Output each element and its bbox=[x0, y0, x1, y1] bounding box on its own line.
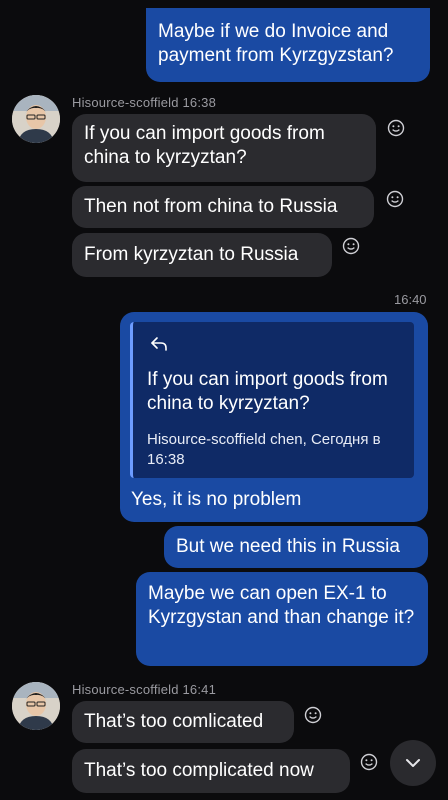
avatar-photo bbox=[12, 682, 60, 730]
outgoing-message[interactable]: Maybe if we do Invoice and payment from … bbox=[146, 8, 430, 82]
avatar[interactable] bbox=[12, 95, 60, 143]
quoted-meta: Hisource-scoffield chen, Сегодня в 16:38 bbox=[147, 431, 381, 468]
smiley-icon[interactable] bbox=[342, 237, 360, 255]
incoming-message[interactable]: That’s too complicated now bbox=[72, 749, 350, 793]
smiley-icon[interactable] bbox=[387, 119, 405, 137]
message-text: Maybe we can open EX-1 to Kyrzgystan and… bbox=[148, 583, 415, 628]
message-text: Maybe if we do Invoice and payment from … bbox=[158, 21, 394, 66]
message-text: From kyrzyztan to Russia bbox=[84, 244, 299, 265]
avatar[interactable] bbox=[12, 682, 60, 730]
smiley-icon[interactable] bbox=[304, 706, 322, 724]
message-text: That’s too complicated now bbox=[84, 760, 314, 781]
message-text: But we need this in Russia bbox=[176, 536, 400, 557]
reply-arrow-icon bbox=[151, 337, 167, 351]
scroll-to-bottom-button[interactable] bbox=[390, 740, 436, 786]
incoming-message[interactable]: That’s too comlicated bbox=[72, 701, 294, 743]
sender-name-time: Hisource-scoffield 16:38 bbox=[72, 95, 217, 110]
smiley-icon[interactable] bbox=[386, 190, 404, 208]
message-text: Then not from china to Russia bbox=[84, 196, 338, 217]
incoming-message[interactable]: From kyrzyztan to Russia bbox=[72, 233, 332, 277]
message-text: That’s too comlicated bbox=[84, 711, 264, 732]
outgoing-message[interactable]: Maybe we can open EX-1 to Kyrzgystan and… bbox=[136, 572, 428, 666]
message-text: If you can import goods from china to ky… bbox=[84, 123, 325, 168]
avatar-photo bbox=[12, 95, 60, 143]
quoted-reply[interactable]: If you can import goods from china to ky… bbox=[130, 322, 414, 478]
time-separator: 16:40 bbox=[394, 292, 427, 307]
message-text: Yes, it is no problem bbox=[131, 489, 302, 510]
sender-name-time: Hisource-scoffield 16:41 bbox=[72, 682, 217, 697]
incoming-message[interactable]: If you can import goods from china to ky… bbox=[72, 114, 376, 182]
quoted-text: If you can import goods from china to ky… bbox=[147, 369, 388, 414]
chevron-down-icon bbox=[406, 759, 420, 767]
chat-screen: Maybe if we do Invoice and payment from … bbox=[0, 0, 448, 800]
outgoing-message[interactable]: But we need this in Russia bbox=[164, 526, 428, 568]
smiley-icon[interactable] bbox=[360, 753, 378, 771]
incoming-message[interactable]: Then not from china to Russia bbox=[72, 186, 374, 228]
